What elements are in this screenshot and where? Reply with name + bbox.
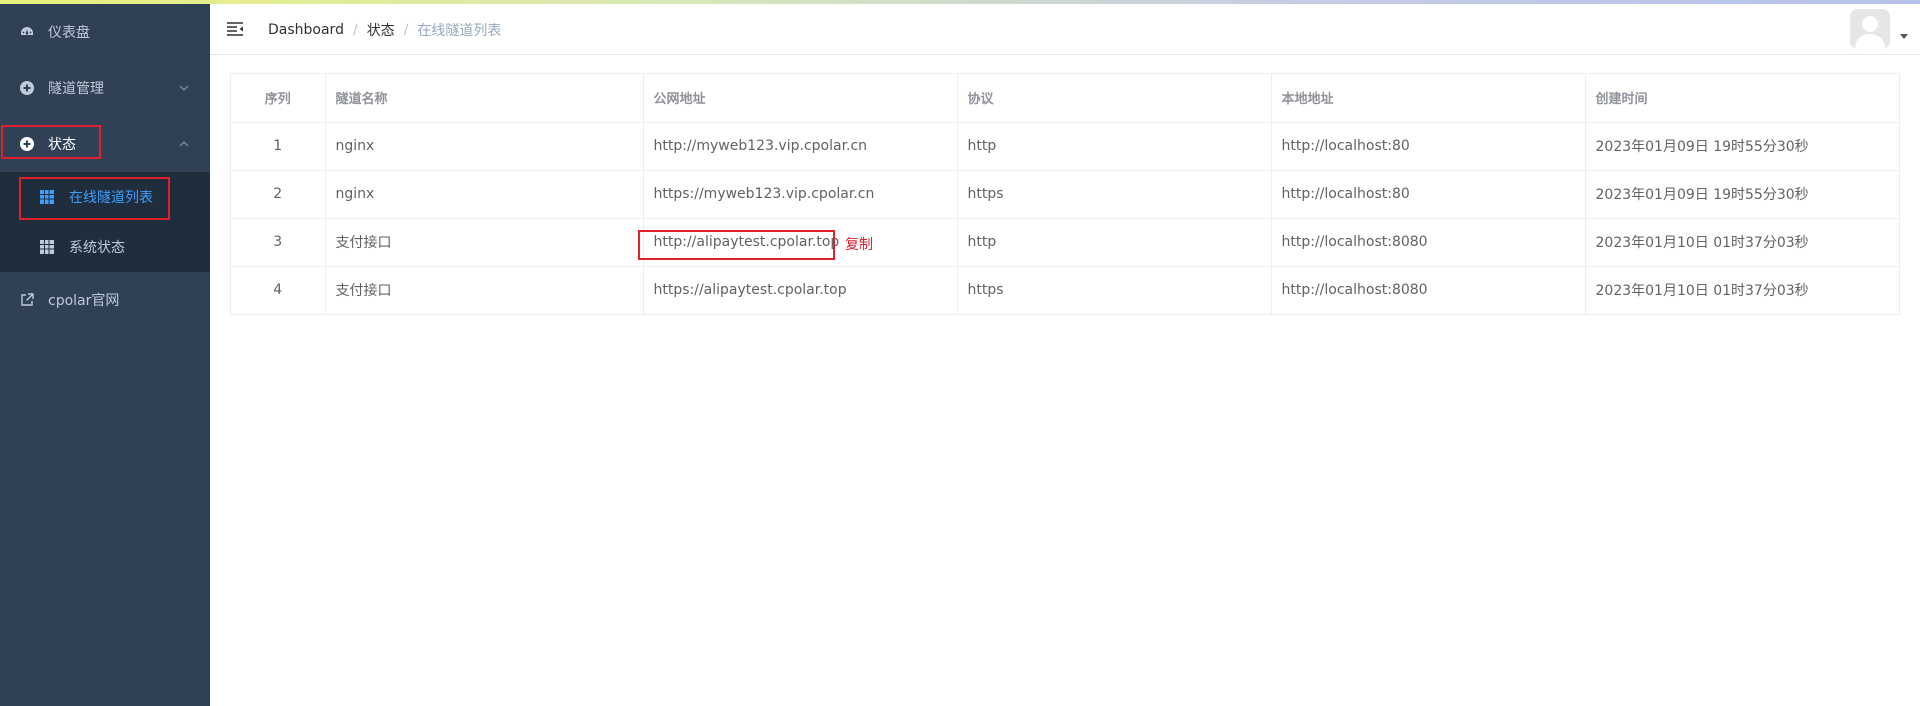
cell-protocol: https — [957, 170, 1272, 219]
cell-local-address: http://localhost:8080 — [1271, 266, 1586, 314]
column-header-index: 序列 — [231, 74, 326, 123]
cell-tunnel-name: 支付接口 — [325, 266, 644, 314]
breadcrumb-separator: / — [403, 22, 409, 38]
cell-index: 1 — [231, 122, 326, 171]
sidebar-item-label: cpolar官网 — [48, 293, 120, 309]
cell-public-url[interactable]: http://alipaytest.cpolar.top — [643, 218, 958, 267]
cell-local-address: http://localhost:8080 — [1271, 218, 1586, 267]
cell-protocol: http — [957, 218, 1272, 267]
sidebar-item-status[interactable]: 状态 — [0, 116, 210, 172]
table-header-row: 序列 隧道名称 公网地址 协议 本地地址 创建时间 — [231, 74, 1899, 123]
user-placeholder-icon — [1850, 9, 1890, 49]
table-row: 2 nginx https://myweb123.vip.cpolar.cn h… — [231, 170, 1899, 219]
cell-protocol: http — [957, 122, 1272, 171]
plus-circle-icon — [19, 80, 35, 96]
breadcrumb-status: 状态 — [366, 23, 395, 39]
cell-created-time: 2023年01月10日 01时37分03秒 — [1585, 218, 1899, 267]
table-icon — [40, 240, 54, 254]
cell-tunnel-name: nginx — [325, 122, 644, 171]
cell-created-time: 2023年01月09日 19时55分30秒 — [1585, 122, 1899, 171]
cell-tunnel-name: nginx — [325, 170, 644, 219]
cell-local-address: http://localhost:80 — [1271, 170, 1586, 219]
sidebar-item-label: 在线隧道列表 — [69, 190, 153, 206]
cell-public-url[interactable]: https://myweb123.vip.cpolar.cn — [643, 170, 958, 219]
sidebar-item-label: 仪表盘 — [48, 25, 90, 41]
caret-down-icon[interactable] — [1900, 34, 1908, 39]
avatar[interactable] — [1850, 9, 1890, 49]
column-header-public-url: 公网地址 — [643, 74, 958, 123]
cell-index: 2 — [231, 170, 326, 219]
chevron-up-icon — [179, 141, 189, 147]
cell-tunnel-name: 支付接口 — [325, 218, 644, 267]
table-row: 4 支付接口 https://alipaytest.cpolar.top htt… — [231, 266, 1899, 314]
cell-index: 3 — [231, 218, 326, 267]
breadcrumb-current: 在线隧道列表 — [417, 23, 502, 39]
cell-created-time: 2023年01月09日 19时55分30秒 — [1585, 170, 1899, 219]
chevron-down-icon — [179, 85, 189, 91]
column-header-tunnel-name: 隧道名称 — [325, 74, 644, 123]
table-row: 3 支付接口 http://alipaytest.cpolar.top http… — [231, 218, 1899, 267]
hamburger-icon[interactable] — [226, 20, 244, 38]
status-submenu: 在线隧道列表 系统状态 — [0, 172, 210, 272]
sidebar-item-online-tunnels[interactable]: 在线隧道列表 — [0, 172, 210, 222]
table-icon — [40, 190, 54, 204]
tunnel-table: 序列 隧道名称 公网地址 协议 本地地址 创建时间 1 nginx http:/… — [230, 73, 1900, 315]
breadcrumb-dashboard[interactable]: Dashboard — [268, 22, 344, 38]
cell-local-address: http://localhost:80 — [1271, 122, 1586, 171]
column-header-protocol: 协议 — [957, 74, 1272, 123]
copy-button[interactable]: 复制 — [845, 234, 873, 254]
navbar: Dashboard / 状态 / 在线隧道列表 — [210, 4, 1920, 55]
sidebar-item-cpolar-website[interactable]: cpolar官网 — [0, 272, 210, 328]
cell-public-url[interactable]: http://myweb123.vip.cpolar.cn — [643, 122, 958, 171]
cell-created-time: 2023年01月10日 01时37分03秒 — [1595, 283, 1809, 300]
cell-public-url[interactable]: https://alipaytest.cpolar.top — [643, 266, 958, 314]
cell-index: 4 — [231, 266, 326, 314]
column-header-created-time: 创建时间 — [1585, 74, 1899, 123]
sidebar-item-label: 系统状态 — [69, 240, 125, 256]
breadcrumb-separator: / — [352, 22, 358, 38]
sidebar: 仪表盘 隧道管理 状态 在线隧道列表 系统状态 cpolar官网 — [0, 4, 210, 706]
sidebar-item-label: 状态 — [48, 137, 76, 153]
breadcrumb: Dashboard / 状态 / 在线隧道列表 — [268, 20, 501, 40]
sidebar-item-tunnel-management[interactable]: 隧道管理 — [0, 60, 210, 116]
external-link-icon — [19, 292, 35, 308]
sidebar-item-dashboard[interactable]: 仪表盘 — [0, 4, 210, 60]
table-row: 1 nginx http://myweb123.vip.cpolar.cn ht… — [231, 122, 1899, 171]
plus-circle-icon — [19, 136, 35, 152]
sidebar-item-label: 隧道管理 — [48, 81, 104, 97]
dashboard-icon — [19, 24, 35, 40]
column-header-local-address: 本地地址 — [1271, 74, 1586, 123]
sidebar-item-system-status[interactable]: 系统状态 — [0, 222, 210, 272]
cell-protocol: https — [957, 266, 1272, 314]
